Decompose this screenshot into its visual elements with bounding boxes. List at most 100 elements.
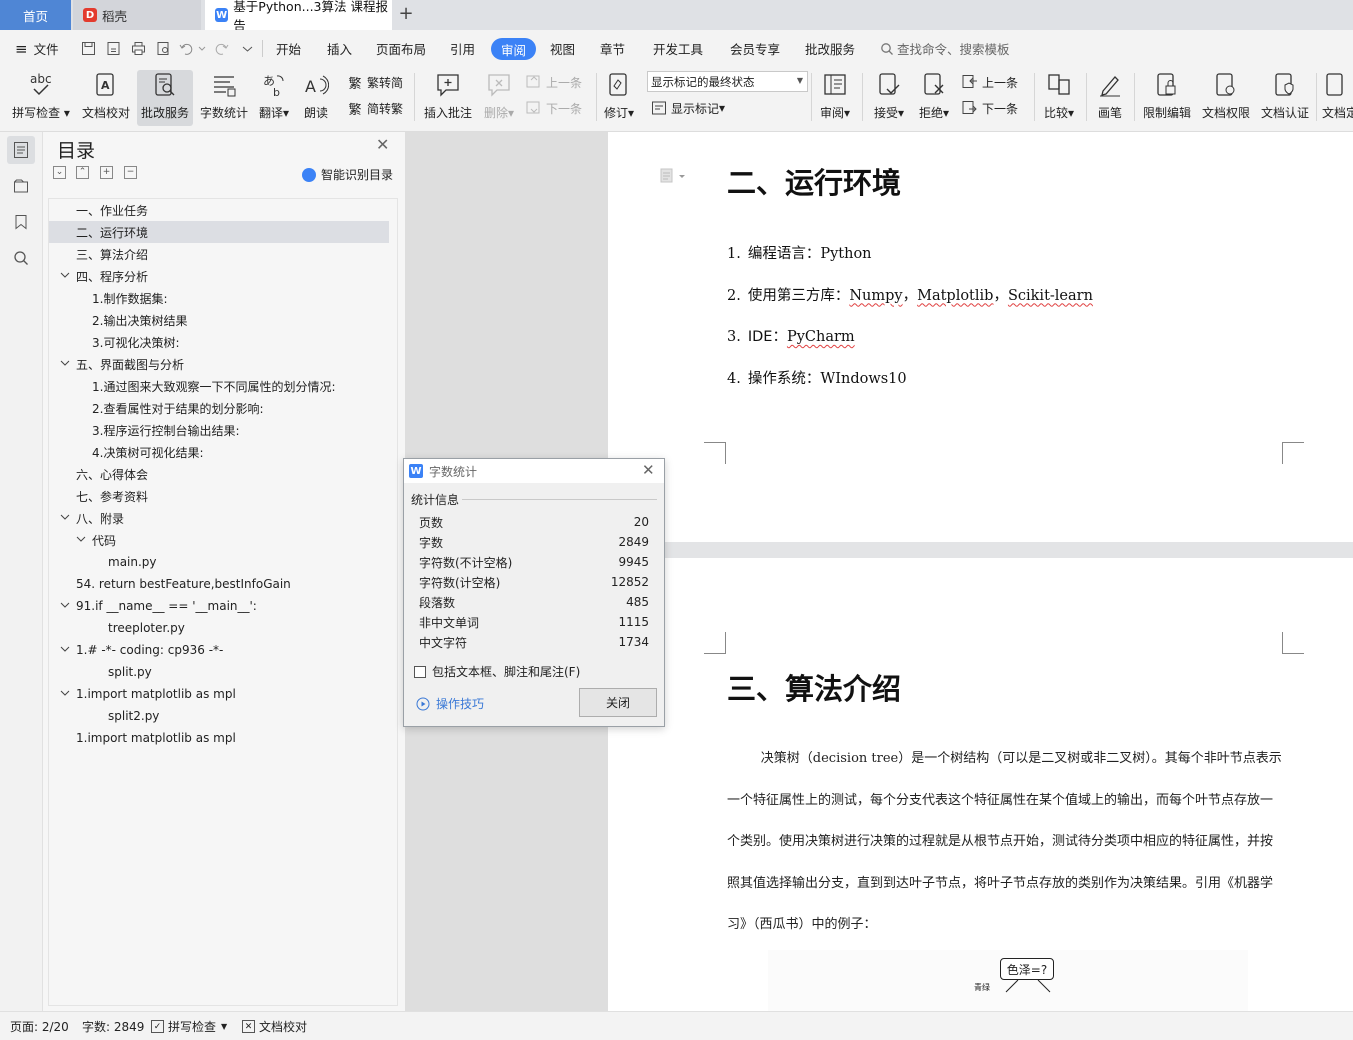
chevron-down-icon[interactable] [60,600,70,610]
reject-button[interactable]: 拒绝▾ [915,70,953,126]
review-pane-button[interactable]: 审阅▾ [816,70,854,126]
toc-item[interactable]: 1.制作数据集: [49,287,389,309]
close-icon[interactable]: ✕ [376,137,390,153]
menu-tab-layout[interactable]: 页面布局 [376,30,426,67]
track-changes-button[interactable]: 修订▾ [601,70,637,126]
toc-item[interactable]: main.py [49,551,389,573]
add-heading-icon[interactable]: + [100,166,113,179]
toc-item[interactable]: 七、参考资料 [49,485,389,507]
chevron-down-icon[interactable] [60,270,70,280]
chevron-down-icon[interactable] [60,688,70,698]
toc-item[interactable]: 4.决策树可视化结果: [49,441,389,463]
tips-link[interactable]: 操作技巧 [416,695,484,712]
pen-button[interactable]: 画笔 [1094,70,1126,126]
show-markup-button[interactable]: 显示标记 ▾ [651,98,725,118]
chevron-down-icon[interactable] [60,644,70,654]
undo-icon[interactable] [178,39,206,57]
next-comment-button[interactable]: 下一条 [526,98,582,118]
toc-item[interactable]: 2.查看属性对于结果的划分影响: [49,397,389,419]
doc-finalize-button[interactable]: 文档定 [1322,70,1353,126]
print-icon[interactable] [129,39,147,57]
restrict-edit-button[interactable]: 限制编辑 [1141,70,1193,126]
word-count-indicator[interactable]: 字数: 2849 [82,1012,144,1040]
read-aloud-button[interactable]: A 朗读 [300,70,332,126]
toc-item[interactable]: treeploter.py [49,617,389,639]
chevron-down-icon[interactable] [76,534,86,544]
file-menu[interactable]: ≡ 文件 [15,30,59,67]
chapter-panel-button[interactable] [7,172,35,200]
find-panel-button[interactable] [7,244,35,272]
toc-item[interactable]: 四、程序分析 [49,265,389,287]
menu-tab-developer[interactable]: 开发工具 [653,30,703,67]
simp-to-trad-button[interactable]: 繁简转繁 [347,98,403,118]
toc-item[interactable]: 六、心得体会 [49,463,389,485]
insert-comment-button[interactable]: 插入批注 [422,70,474,126]
export-pdf-icon[interactable] [104,39,122,57]
paragraph-menu-icon[interactable] [660,168,688,184]
smart-toc-button[interactable]: 智能识别目录 [302,166,393,183]
tab-document[interactable]: W 基于Python...3算法 课程报告 [205,0,392,33]
chevron-down-icon[interactable] [60,358,70,368]
toc-item[interactable]: 三、算法介绍 [49,243,389,265]
bookmark-panel-button[interactable] [7,208,35,236]
trad-to-simp-button[interactable]: 繁繁转简 [347,72,403,92]
new-tab-button[interactable]: + [396,4,416,26]
doc-proof-toggle[interactable]: ✕ 文档校对 [242,1012,307,1040]
next-change-button[interactable]: 下一条 [962,98,1018,118]
include-textbox-checkbox[interactable]: 包括文本框、脚注和尾注(F) [414,663,580,680]
page-indicator[interactable]: 页面: 2/20 [10,1012,69,1040]
menu-tab-references[interactable]: 引用 [450,30,475,67]
toc-item[interactable]: 3.程序运行控制台输出结果: [49,419,389,441]
collapse-all-icon[interactable]: ⌃ [76,166,89,179]
command-search[interactable]: 查找命令、搜索模板 [880,30,1010,67]
toc-item[interactable]: 二、运行环境 [49,221,389,243]
toc-item[interactable]: 2.输出决策树结果 [49,309,389,331]
close-icon[interactable]: ✕ [642,463,656,478]
translate-button[interactable]: あb 翻译▾ [256,70,292,126]
tab-home[interactable]: 首页 [0,0,71,30]
toc-item[interactable]: 91.if __name__ == '__main__': [49,595,389,617]
toc-item[interactable]: split.py [49,661,389,683]
toc-item[interactable]: 八、附录 [49,507,389,529]
toc-item[interactable]: 1.import matplotlib as mpl [49,683,389,705]
redo-icon[interactable] [213,39,231,57]
menu-tab-chapter[interactable]: 章节 [600,30,625,67]
print-preview-icon[interactable] [154,39,172,57]
menu-tab-member[interactable]: 会员专享 [730,30,780,67]
menu-tab-insert[interactable]: 插入 [327,30,352,67]
doc-proof-button[interactable]: A 文档校对 [79,70,133,126]
toc-item[interactable]: 1.通过图来大致观察一下不同属性的划分情况: [49,375,389,397]
toc-item[interactable]: split2.py [49,705,389,727]
menu-tab-home[interactable]: 开始 [276,30,301,67]
markup-state-select[interactable]: 显示标记的最终状态 ▼ [647,71,808,92]
prev-change-button[interactable]: 上一条 [962,72,1018,92]
tab-daoke[interactable]: D 稻壳 [73,0,201,30]
menu-tab-grading[interactable]: 批改服务 [805,30,855,67]
grading-service-button[interactable]: 批改服务 [137,70,193,126]
toc-item[interactable]: 1.# -*- coding: cp936 -*- [49,639,389,661]
toc-item[interactable]: 3.可视化决策树: [49,331,389,353]
prev-comment-button[interactable]: 上一条 [526,72,582,92]
doc-permission-button[interactable]: 文档权限 [1200,70,1252,126]
save-icon[interactable] [79,39,97,57]
chevron-down-icon[interactable] [60,512,70,522]
outline-panel-button[interactable] [7,136,35,164]
toc-item[interactable]: 代码 [49,529,389,551]
spellcheck-button[interactable]: abc 拼写检查 ▾ [10,70,72,126]
toc-item[interactable]: 一、作业任务 [49,199,389,221]
accept-button[interactable]: 接受▾ [870,70,908,126]
word-count-button[interactable]: 字数统计 [198,70,250,126]
close-dialog-button[interactable]: 关闭 [579,688,657,717]
toc-item[interactable]: 1.import matplotlib as mpl [49,727,389,749]
toc-item[interactable]: 54. return bestFeature,bestInfoGain [49,573,389,595]
expand-all-icon[interactable]: ⌄ [53,166,66,179]
customize-toolbar-icon[interactable] [238,39,256,57]
menu-tab-view[interactable]: 视图 [550,30,575,67]
delete-comment-button[interactable]: 删除▾ [480,70,518,126]
menu-tab-review[interactable]: 审阅 [491,38,537,60]
toc-item[interactable]: 五、界面截图与分析 [49,353,389,375]
spellcheck-toggle[interactable]: ✓ 拼写检查 ▼ [151,1012,227,1040]
remove-heading-icon[interactable]: − [124,166,137,179]
doc-certify-button[interactable]: 文档认证 [1259,70,1311,126]
compare-button[interactable]: 比较▾ [1040,70,1078,126]
